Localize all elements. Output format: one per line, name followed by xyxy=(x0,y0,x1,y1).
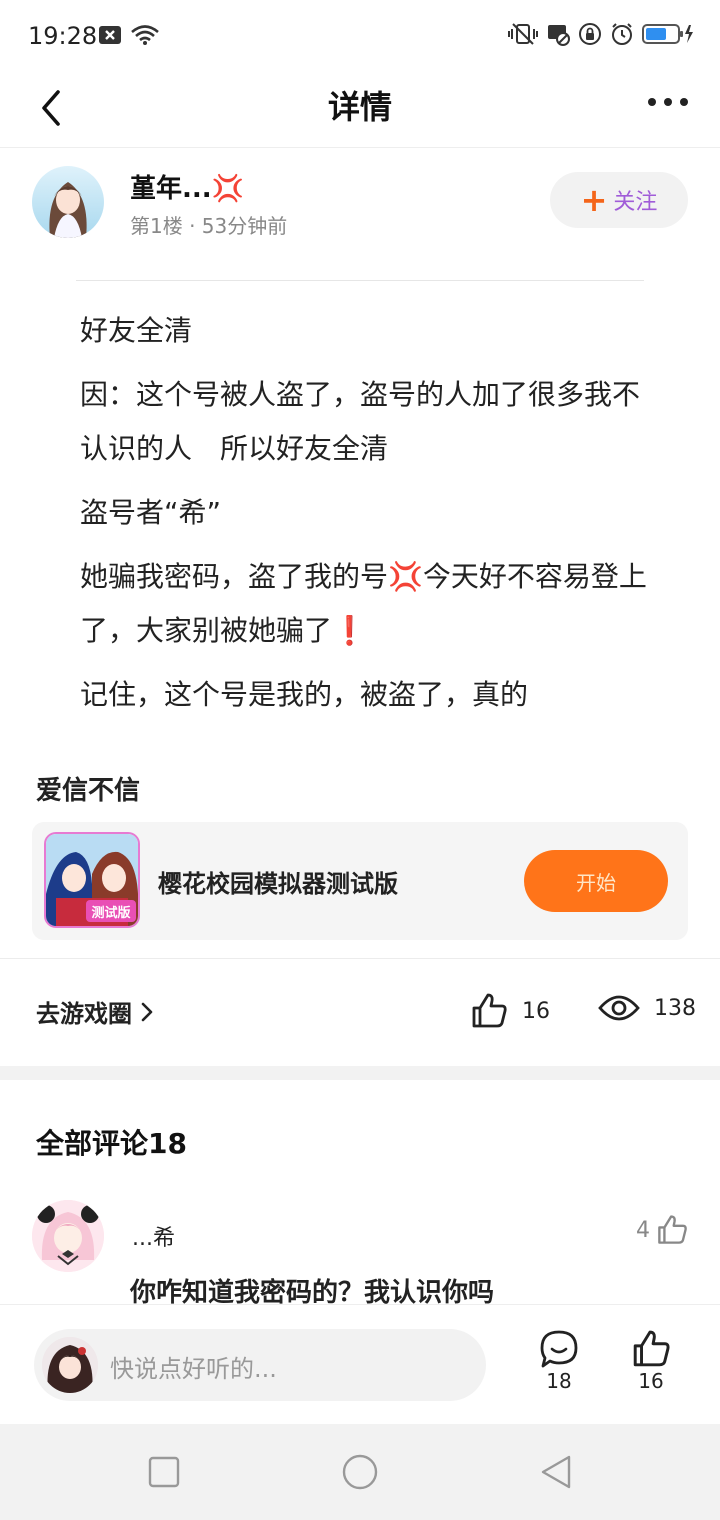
comment-input[interactable]: 快说点好听的... xyxy=(34,1329,486,1401)
comments-button[interactable]: 18 xyxy=(536,1329,582,1393)
triangle-back-icon xyxy=(541,1455,571,1489)
post-like-button[interactable]: 16 xyxy=(470,992,550,1030)
game-icon-badge: 测试版 xyxy=(91,905,130,921)
post-floor-and-time: 第1楼 · 53分钟前 xyxy=(130,214,288,238)
comments-count: 18 xyxy=(546,1369,572,1393)
like-button[interactable]: 16 xyxy=(628,1329,674,1393)
more-options-button[interactable] xyxy=(648,92,692,112)
game-name: 樱花校园模拟器测试版 xyxy=(158,870,398,898)
divider xyxy=(76,280,644,281)
game-icon: 测试版 xyxy=(44,832,140,928)
post-views: 138 xyxy=(598,992,696,1024)
likes-count: 16 xyxy=(638,1369,664,1393)
commenter-avatar[interactable] xyxy=(32,1200,104,1272)
comments-title: 全部评论18 xyxy=(36,1127,187,1160)
post-paragraph: 她骗我密码，盗了我的号💢今天好不容易登上了，大家别被她骗了❗ xyxy=(80,560,647,647)
post-author: 堇年...💢 第1楼 · 53分钟前 + 关注 xyxy=(0,160,720,250)
divider xyxy=(0,958,720,959)
go-to-game-circle-link[interactable]: 去游戏圈 xyxy=(36,994,154,1029)
vibrate-mute-icon xyxy=(508,22,538,50)
follow-button[interactable]: + 关注 xyxy=(550,172,688,228)
post-paragraph: 好友全清 xyxy=(80,314,193,347)
commenter-name[interactable]: ...希 xyxy=(132,1220,175,1252)
notification-x-icon xyxy=(98,25,122,49)
my-avatar xyxy=(42,1337,98,1393)
circle-tag[interactable]: 爱信不信 xyxy=(36,770,140,807)
comment-like-count: 4 xyxy=(636,1217,650,1243)
comment-like-button[interactable]: 4 xyxy=(636,1214,688,1246)
lock-rotation-icon xyxy=(578,22,602,50)
square-icon xyxy=(148,1456,180,1488)
post-paragraph: 盗号者“希” xyxy=(80,496,222,529)
recent-apps-button[interactable] xyxy=(144,1452,184,1492)
status-bar: 19:28 xyxy=(0,0,720,72)
post-view-count: 138 xyxy=(654,995,696,1021)
thumbs-up-icon xyxy=(633,1330,670,1367)
circle-icon xyxy=(342,1454,378,1490)
top-app-bar: 详情 xyxy=(0,72,720,148)
author-name[interactable]: 堇年...💢 xyxy=(130,168,244,205)
system-navigation-bar xyxy=(0,1424,720,1520)
comment-input-placeholder: 快说点好听的... xyxy=(110,1355,277,1383)
post-like-count: 16 xyxy=(522,998,550,1024)
thumbs-up-icon xyxy=(472,993,507,1028)
home-button[interactable] xyxy=(340,1452,380,1492)
more-dot-icon xyxy=(664,98,672,106)
author-avatar[interactable] xyxy=(32,166,104,238)
page-title: 详情 xyxy=(327,88,392,126)
more-dot-icon xyxy=(648,98,656,106)
back-nav-button[interactable] xyxy=(536,1452,576,1492)
post-paragraph: 因：这个号被人盗了，盗号的人加了很多我不认识的人 所以好友全清 xyxy=(80,378,641,465)
comment-input-bar: 快说点好听的... 18 16 xyxy=(0,1304,720,1424)
post-actions: 去游戏圈 16 138 xyxy=(0,980,720,1044)
thumbs-up-icon xyxy=(658,1215,687,1244)
post-content: 好友全清 因：这个号被人盗了，盗号的人加了很多我不认识的人 所以好友全清 盗号者… xyxy=(80,304,652,732)
comment-item[interactable]: ...希 4 你咋知道我密码的？我认识你吗 xyxy=(0,1196,720,1308)
game-card[interactable]: 测试版 樱花校园模拟器测试版 开始 xyxy=(32,822,688,940)
start-game-button[interactable]: 开始 xyxy=(524,850,668,912)
go-to-game-circle-label: 去游戏圈 xyxy=(36,1000,132,1028)
chevron-right-icon xyxy=(141,1002,153,1021)
comment-bubble-icon xyxy=(540,1330,578,1368)
status-time: 19:28 xyxy=(28,22,98,50)
section-separator xyxy=(0,1066,720,1080)
more-dot-icon xyxy=(680,98,688,106)
battery-icon xyxy=(642,22,694,50)
post-paragraph: 记住，这个号是我的，被盗了，真的 xyxy=(80,678,529,711)
eye-icon xyxy=(598,995,640,1021)
alarm-icon xyxy=(610,22,634,50)
message-blocked-icon xyxy=(546,22,570,50)
follow-label: 关注 xyxy=(613,190,658,215)
wifi-icon xyxy=(130,24,160,50)
plus-icon: + xyxy=(580,181,608,219)
